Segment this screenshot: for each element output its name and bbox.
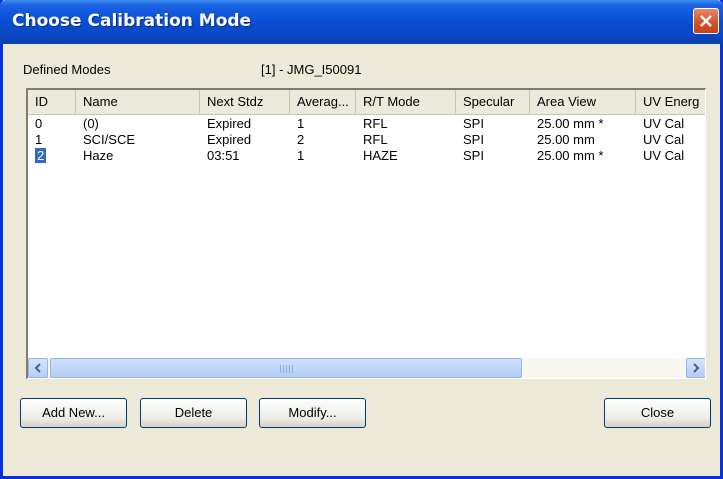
modify-button[interactable]: Modify...	[259, 398, 366, 428]
cell-area-view: 25.00 mm *	[537, 116, 604, 131]
delete-button[interactable]: Delete	[140, 398, 247, 428]
cell-name: SCI/SCE	[83, 132, 136, 147]
window-title: Choose Calibration Mode	[12, 11, 252, 31]
cell-average: 1	[297, 116, 305, 131]
cell-id: 2	[28, 148, 76, 164]
column-header-id[interactable]: ID	[28, 90, 76, 114]
scroll-thumb[interactable]	[50, 358, 522, 378]
column-header-name[interactable]: Name	[76, 90, 200, 114]
column-header-next-stdz[interactable]: Next Stdz	[200, 90, 290, 114]
cell-area-view: 25.00 mm *	[537, 148, 604, 163]
cell-next-stdz: Expired	[207, 132, 252, 147]
table-row-selected[interactable]: 2 Haze 03:51 1 HAZE SPI 25.00 mm * UV Ca…	[28, 148, 705, 164]
selected-id-text: 2	[35, 148, 47, 163]
scroll-right-button[interactable]	[686, 358, 705, 378]
column-header-uv-energy[interactable]: UV Energ	[636, 90, 705, 114]
cell-area-view: 25.00 mm	[537, 132, 595, 147]
cell-average: 2	[297, 132, 305, 147]
grip-icon	[280, 365, 294, 373]
cell-specular: SPI	[463, 132, 484, 147]
instrument-label: [1] - JMG_I50091	[261, 62, 362, 77]
modes-list[interactable]: ID Name Next Stdz Averag... R/T Mode Spe…	[26, 88, 706, 379]
cell-name: Haze	[83, 148, 114, 163]
cell-rt-mode: RFL	[363, 116, 388, 131]
horizontal-scrollbar[interactable]	[28, 358, 705, 378]
cell-average: 1	[297, 148, 305, 163]
chevron-left-icon	[34, 363, 41, 373]
list-header: ID Name Next Stdz Averag... R/T Mode Spe…	[28, 90, 705, 115]
cell-id: 1	[35, 132, 43, 147]
column-header-average[interactable]: Averag...	[290, 90, 356, 114]
title-bar[interactable]: Choose Calibration Mode	[0, 0, 723, 44]
table-row[interactable]: 1 SCI/SCE Expired 2 RFL SPI 25.00 mm UV …	[28, 132, 705, 148]
cell-id: 0	[35, 116, 43, 131]
scroll-left-button[interactable]	[28, 358, 48, 378]
cell-rt-mode: RFL	[363, 132, 388, 147]
table-row[interactable]: 0 (0) Expired 1 RFL SPI 25.00 mm * UV Ca…	[28, 116, 705, 132]
chevron-right-icon	[693, 363, 700, 373]
cell-uv-energy: UV Cal	[643, 116, 685, 131]
cell-next-stdz: Expired	[207, 116, 252, 131]
close-window-button[interactable]	[693, 8, 719, 34]
cell-specular: SPI	[463, 148, 484, 163]
calibration-dialog: Choose Calibration Mode Defined Modes [1…	[0, 0, 723, 479]
defined-modes-label: Defined Modes	[23, 62, 111, 77]
cell-specular: SPI	[463, 116, 484, 131]
add-new-button[interactable]: Add New...	[20, 398, 127, 428]
cell-uv-energy: UV Cal	[643, 148, 685, 163]
column-header-area-view[interactable]: Area View	[530, 90, 636, 114]
close-x-icon	[700, 15, 712, 27]
column-header-rt-mode[interactable]: R/T Mode	[356, 90, 456, 114]
close-button[interactable]: Close	[604, 398, 711, 428]
cell-name: (0)	[83, 116, 99, 131]
column-header-specular[interactable]: Specular	[456, 90, 530, 114]
cell-next-stdz: 03:51	[207, 148, 240, 163]
cell-rt-mode: HAZE	[363, 148, 398, 163]
cell-uv-energy: UV Cal	[643, 132, 685, 147]
